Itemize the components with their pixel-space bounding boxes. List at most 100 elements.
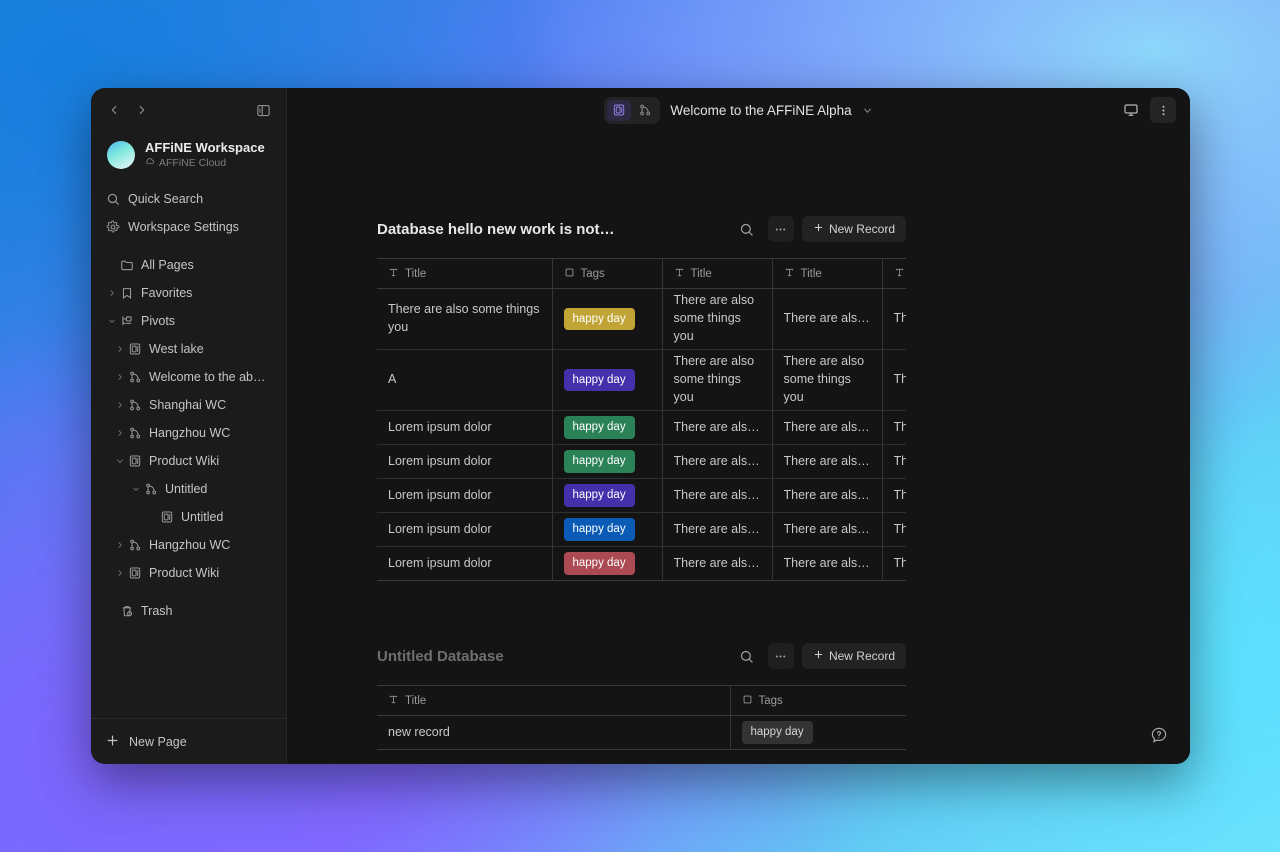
sidebar-tree-item-hangzhou-wc-1[interactable]: Hangzhou WC [99,419,278,447]
chevron-right-icon[interactable] [113,401,127,409]
cell-title-2[interactable]: There are also… [662,410,773,445]
cell-tags[interactable]: happy day [730,716,906,750]
column-header-title-1[interactable]: Title [377,258,553,289]
cell-title[interactable]: new record [377,715,731,750]
page-title[interactable]: Welcome to the AFFiNE Alpha [670,103,851,118]
table-row[interactable]: There are also some things you happy day… [377,288,906,350]
column-header-tags[interactable]: Tags [552,258,663,289]
cell-tags[interactable]: happy day [552,478,663,513]
cell-title-3[interactable]: There are also… [772,410,883,445]
workspace-selector[interactable]: AFFiNE Workspace AFFiNE Cloud [99,134,278,175]
database-table-scroll[interactable]: Title Tags new record happy day [377,685,906,750]
cell-title-2[interactable]: There are also… [662,546,773,581]
cell-title-4[interactable]: The [882,349,906,411]
more-vertical-icon[interactable] [1150,97,1176,123]
cell-title-4[interactable]: The [882,478,906,513]
cell-title-4[interactable]: The [882,546,906,581]
sidebar-item-all-pages[interactable]: › All Pages [99,251,278,279]
sidebar-tree-item-product-wiki-2[interactable]: Product Wiki [99,559,278,587]
cell-title[interactable]: Lorem ipsum dolor [377,546,553,581]
column-header-title-4[interactable] [882,258,906,289]
sidebar-item-workspace-settings[interactable]: Workspace Settings [99,213,278,241]
page-mode-icon[interactable] [607,99,632,121]
cell-tags[interactable]: happy day [552,444,663,479]
column-header-title[interactable]: Title [377,685,731,716]
chevron-right-icon[interactable] [113,429,127,437]
cell-title-2[interactable]: There are also some things you [662,349,773,411]
new-record-button[interactable]: New Record [801,216,906,242]
table-row[interactable]: Lorem ipsum dolor happy day There are al… [377,478,906,513]
cell-title-4[interactable]: The [882,288,906,350]
cell-title[interactable]: Lorem ipsum dolor [377,410,553,445]
column-header-title-3[interactable]: Title [772,258,883,289]
cell-title-2[interactable]: There are also… [662,512,773,547]
sidebar-tree-item-welcome[interactable]: Welcome to the abede… [99,363,278,391]
cell-tags[interactable]: happy day [552,512,663,547]
search-icon[interactable] [734,216,760,242]
column-header-title-2[interactable]: Title [662,258,773,289]
cell-title-4[interactable]: The [882,512,906,547]
sidebar-item-trash[interactable]: › Trash [99,597,278,625]
chevron-down-icon[interactable] [132,482,140,496]
chevron-right-icon[interactable] [113,569,127,577]
chevron-right-icon[interactable] [113,373,127,381]
edgeless-mode-icon[interactable] [633,100,657,121]
present-monitor-icon[interactable] [1118,97,1144,123]
cell-title-3[interactable]: There are also… [772,478,883,513]
cell-title-2[interactable]: There are also… [662,444,773,479]
sidebar-tree-item-hangzhou-wc-2[interactable]: Hangzhou WC [99,531,278,559]
cell-title-3[interactable]: There are also… [772,444,883,479]
cell-title[interactable]: There are also some things you [377,288,553,350]
cell-tags[interactable]: happy day [552,410,663,445]
cell-tags[interactable]: happy day [552,546,663,581]
cell-title[interactable]: Lorem ipsum dolor [377,478,553,513]
chevron-down-icon[interactable] [108,314,116,328]
table-row[interactable]: Lorem ipsum dolor happy day There are al… [377,410,906,445]
cell-title-3[interactable]: There are also some things you [772,349,883,411]
column-header-tags[interactable]: Tags [730,685,906,716]
nav-back-button[interactable] [101,97,127,123]
more-horizontal-icon[interactable] [767,216,794,242]
chevron-right-icon[interactable] [105,289,119,297]
sidebar-tree-item-west-lake[interactable]: West lake [99,335,278,363]
cell-title-2[interactable]: There are also… [662,478,773,513]
database-title[interactable]: Database hello new work is not… [377,221,615,238]
sidebar-tree-item-product-wiki-1[interactable]: Product Wiki [99,447,278,475]
table-row[interactable]: new record happy day [377,715,906,750]
nav-forward-button[interactable] [129,97,155,123]
editor-mode-switch[interactable] [604,96,661,124]
new-page-button[interactable]: New Page [91,718,286,764]
sidebar-tree-item-shanghai-wc[interactable]: Shanghai WC [99,391,278,419]
cell-title-3[interactable]: There are also… [772,512,883,547]
cell-tags[interactable]: happy day [552,288,663,350]
database-title[interactable]: Untitled Database [377,648,504,665]
cell-title-3[interactable]: There are also… [772,546,883,581]
table-row[interactable]: Lorem ipsum dolor happy day There are al… [377,546,906,581]
cell-tags[interactable]: happy day [552,349,663,411]
chevron-down-icon[interactable] [116,454,124,468]
table-row[interactable]: A happy day There are also some things y… [377,349,906,411]
cell-title[interactable]: A [377,349,553,411]
cell-title-4[interactable]: The [882,410,906,445]
cell-title-3[interactable]: There are also… [772,288,883,350]
cell-title-4[interactable]: The [882,444,906,479]
new-record-button[interactable]: New Record [801,643,906,669]
table-row[interactable]: Lorem ipsum dolor happy day There are al… [377,512,906,547]
sidebar-tree-item-untitled-1[interactable]: Untitled [99,475,278,503]
sidebar-item-pivots[interactable]: Pivots [99,307,278,335]
table-row[interactable]: Lorem ipsum dolor happy day There are al… [377,444,906,479]
sidebar-tree-item-untitled-2[interactable]: › Untitled [99,503,278,531]
search-icon[interactable] [734,643,760,669]
chevron-down-icon[interactable] [862,105,873,116]
sidebar-item-favorites[interactable]: Favorites [99,279,278,307]
cell-title[interactable]: Lorem ipsum dolor [377,512,553,547]
cell-title-2[interactable]: There are also some things you [662,288,773,350]
sidebar-toggle-icon[interactable] [250,97,276,123]
cell-title[interactable]: Lorem ipsum dolor [377,444,553,479]
help-question-icon[interactable] [1146,722,1172,748]
sidebar-item-quick-search[interactable]: Quick Search [99,185,278,213]
chevron-right-icon[interactable] [113,541,127,549]
database-table-scroll[interactable]: Title Tags Title Title There are also so… [377,258,906,581]
more-horizontal-icon[interactable] [767,643,794,669]
chevron-right-icon[interactable] [113,345,127,353]
